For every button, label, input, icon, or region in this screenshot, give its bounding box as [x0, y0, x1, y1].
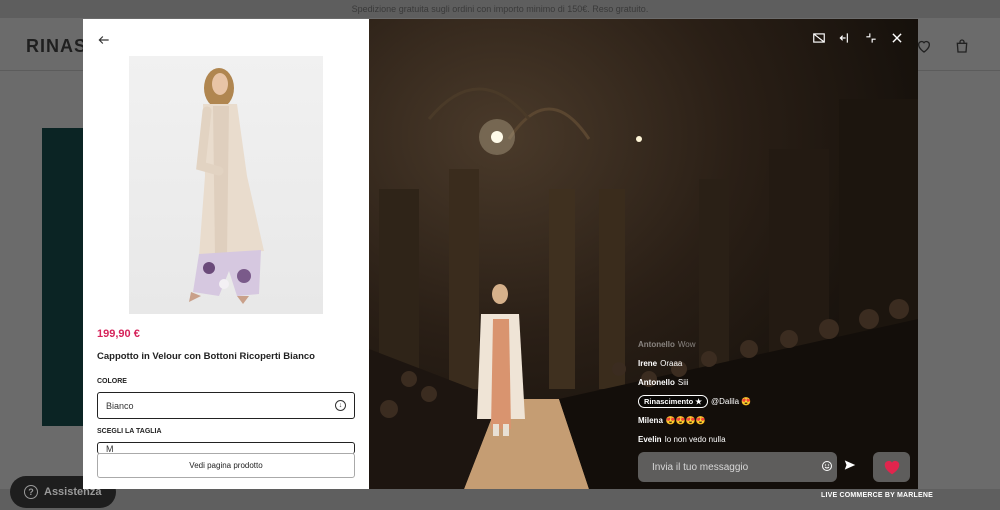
product-image	[129, 56, 323, 314]
heart-filled-icon	[884, 460, 899, 475]
side-panel-icon[interactable]	[838, 31, 852, 45]
video-controls	[812, 31, 904, 45]
product-panel: 199,90 € Cappotto in Velour con Bottoni …	[83, 19, 369, 489]
color-select[interactable]: Bianco ↓	[97, 392, 355, 419]
product-price: 199,90 €	[97, 328, 140, 340]
live-chat: Antonello Wow Irene Oraaa Antonello Siii…	[638, 335, 878, 449]
emoji-icon[interactable]	[821, 460, 833, 472]
close-icon[interactable]	[890, 31, 904, 45]
chat-message: Rinascimento ★ @Dalila 😍	[638, 392, 878, 411]
view-product-page-button[interactable]: Vedi pagina prodotto	[97, 453, 355, 478]
powered-by-credit: LIVE COMMERCE BY MARLENE	[821, 492, 934, 499]
heart-icon[interactable]	[916, 38, 932, 54]
bag-icon[interactable]	[954, 38, 970, 54]
no-subtitles-icon[interactable]	[812, 31, 826, 45]
chat-message: Irene Oraaa	[638, 359, 683, 368]
help-icon: ?	[24, 485, 38, 499]
color-value: Bianco	[106, 400, 134, 411]
chat-message: Antonello Siii	[638, 378, 689, 387]
product-title: Cappotto in Velour con Bottoni Ricoperti…	[97, 351, 315, 362]
like-button[interactable]	[873, 452, 910, 482]
send-icon[interactable]	[843, 458, 857, 472]
size-label: SCEGLI LA TAGLIA	[97, 428, 162, 435]
brand-badge: Rinascimento ★	[638, 395, 708, 408]
background-banner	[42, 128, 87, 426]
back-arrow-icon[interactable]	[97, 33, 111, 52]
chat-message: Evelin Io non vedo nulla	[638, 435, 726, 444]
minimize-icon[interactable]	[864, 31, 878, 45]
site-header-icons	[916, 38, 970, 54]
chat-message: Antonello Wow	[638, 340, 696, 349]
chevron-down-icon: ↓	[335, 400, 346, 411]
promo-bar: Spedizione gratuita sugli ordini con imp…	[0, 0, 1000, 18]
site-logo[interactable]: RINAS	[26, 36, 87, 57]
live-video[interactable]: Antonello Wow Irene Oraaa Antonello Siii…	[369, 19, 918, 489]
chat-message: Milena 😍😍😍😍	[638, 416, 706, 425]
message-input[interactable]: Invia il tuo messaggio	[638, 452, 837, 482]
color-label: COLORE	[97, 378, 127, 385]
